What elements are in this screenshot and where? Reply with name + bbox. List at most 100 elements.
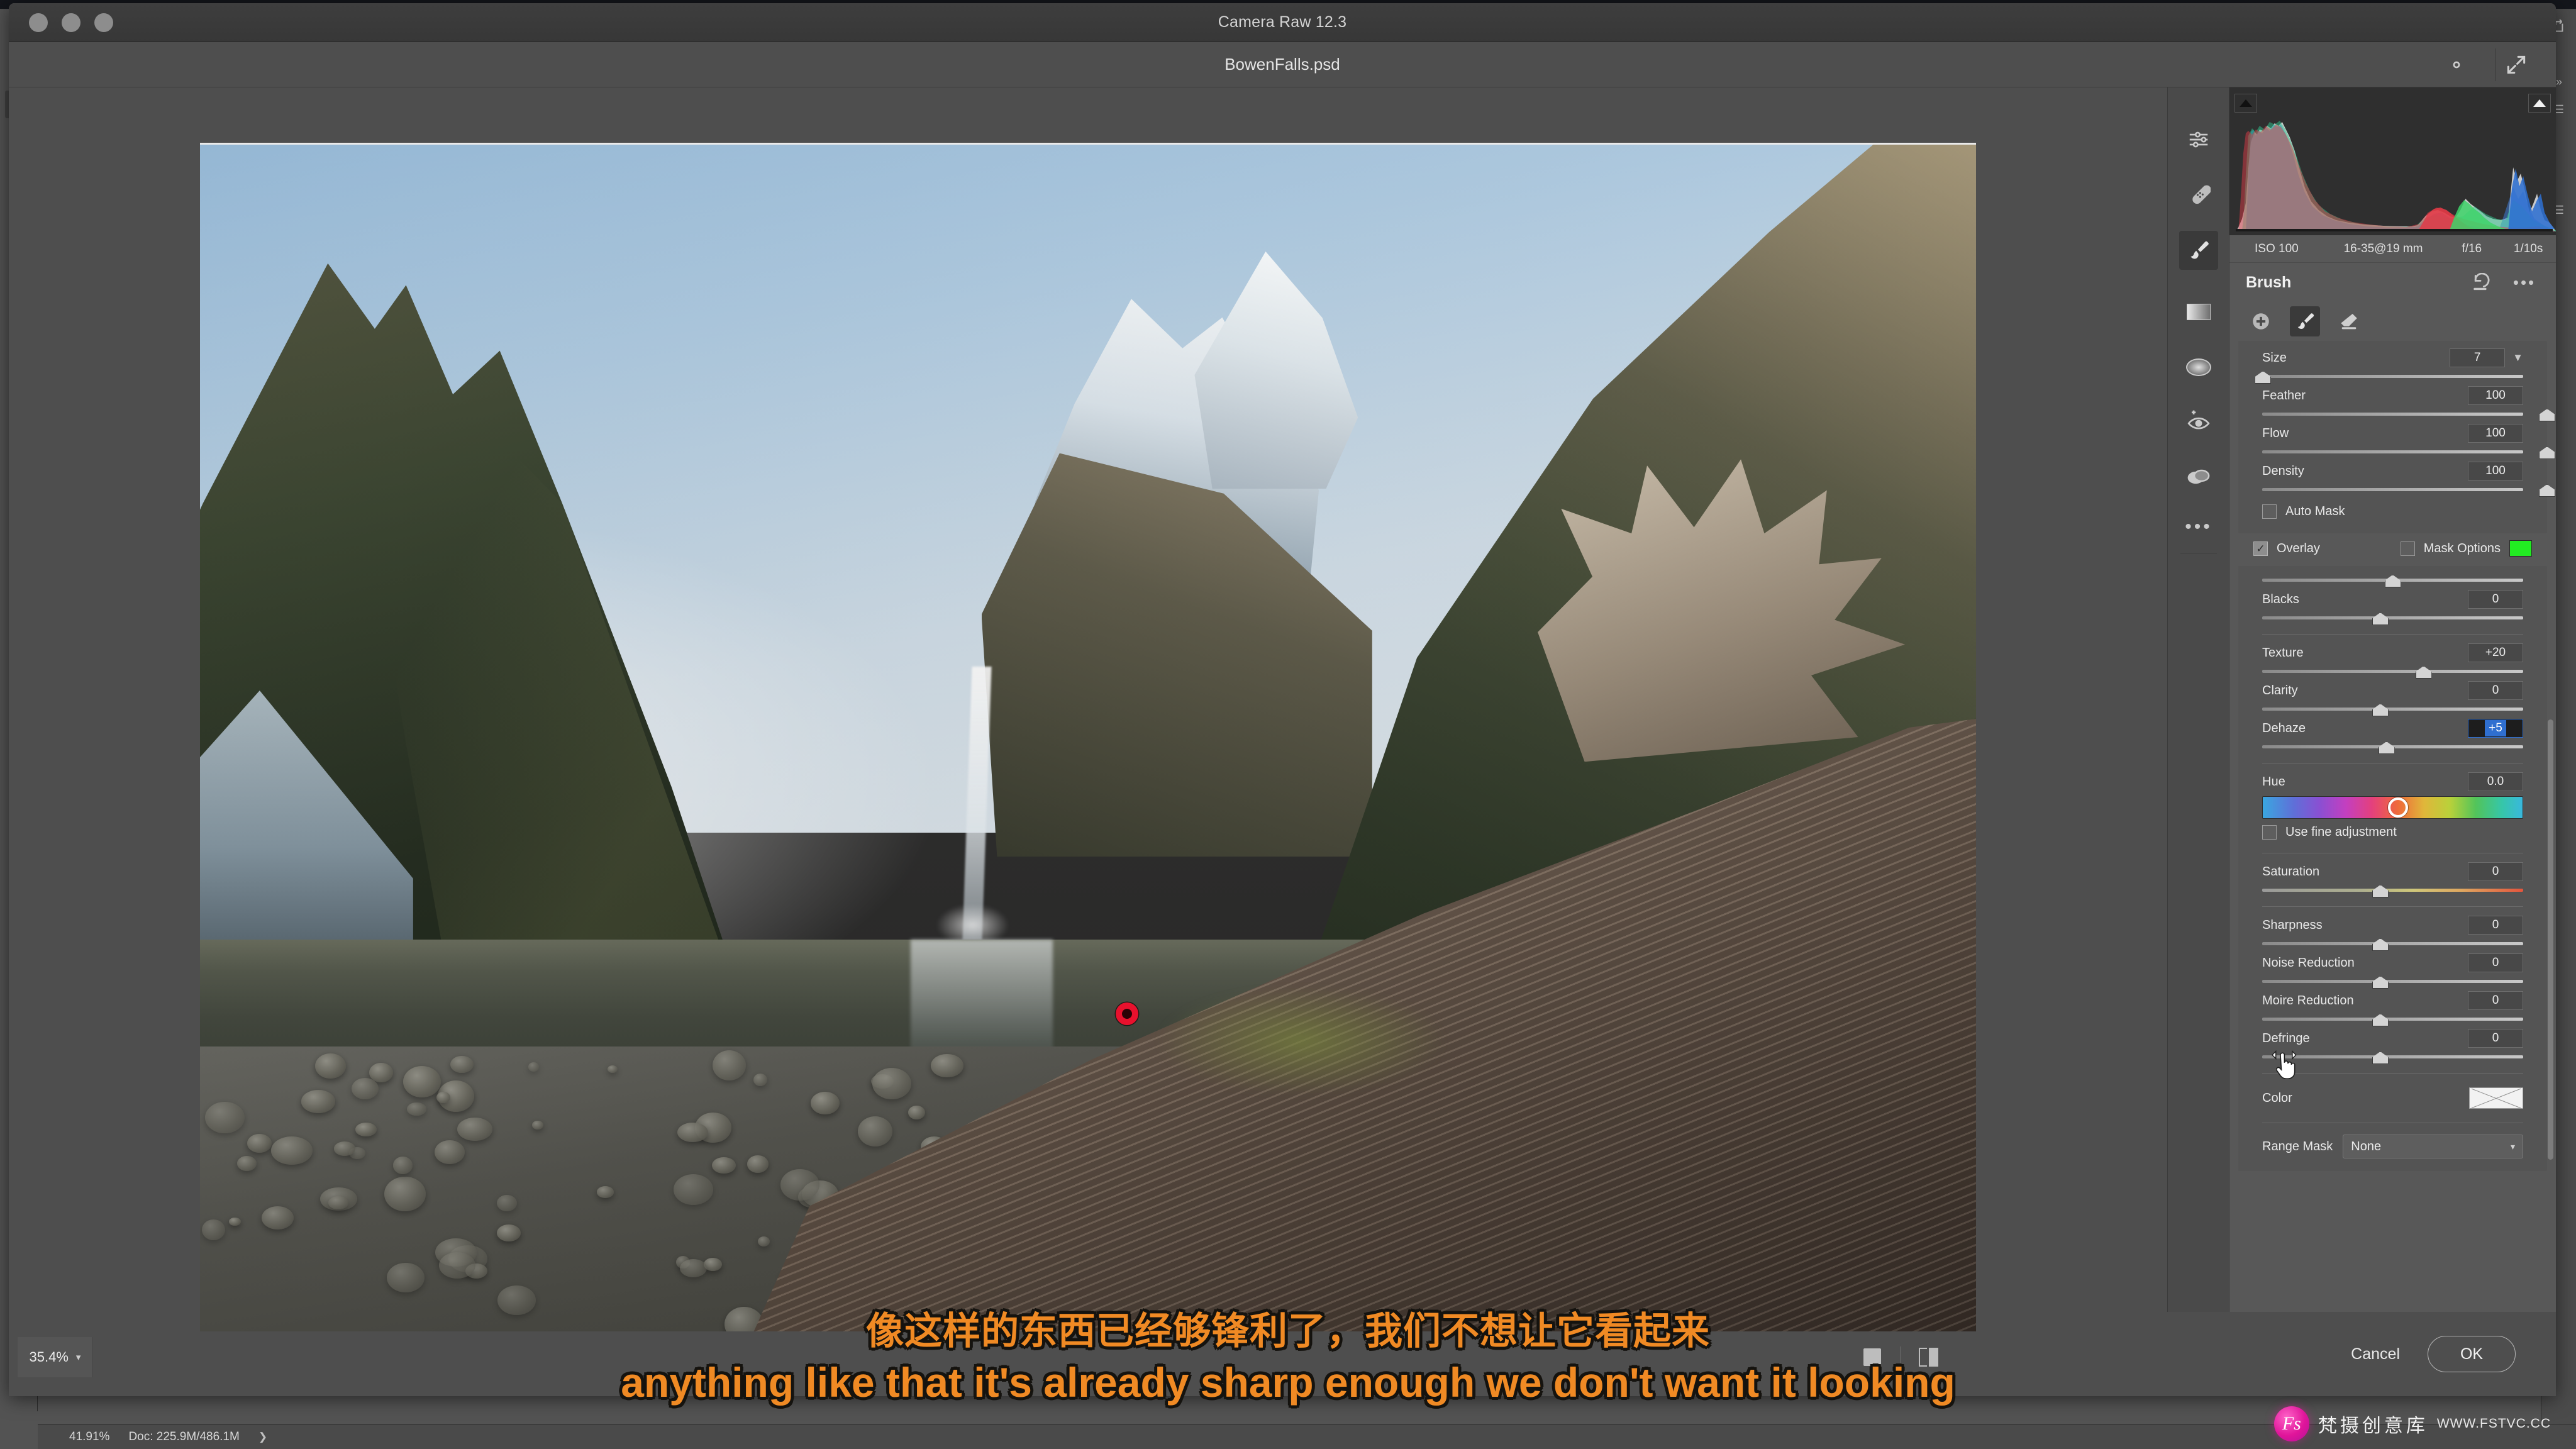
slider-row-flow: Flow 100 <box>2238 423 2547 444</box>
ps-doc-size: Doc: 225.9M/486.1M <box>128 1430 240 1443</box>
slider-label-clarity: Clarity <box>2262 683 2298 697</box>
panel-scrollbar[interactable] <box>2548 719 2553 1160</box>
fine-adjust-row[interactable]: Use fine adjustment <box>2238 819 2547 845</box>
track-clarity[interactable] <box>2238 701 2547 718</box>
slider-label-noise-reduction: Noise Reduction <box>2262 955 2355 970</box>
ellipsis-menu-icon[interactable]: ••• <box>2512 272 2537 293</box>
view-divider <box>1900 1346 1901 1368</box>
slider-value-size[interactable]: 7 <box>2450 348 2506 367</box>
chevron-right-icon[interactable]: ❯ <box>258 1431 267 1443</box>
auto-mask-label: Auto Mask <box>2285 504 2345 518</box>
chevron-down-icon[interactable]: ▾ <box>2511 1141 2515 1152</box>
track-density[interactable] <box>2238 482 2555 498</box>
mask-color-swatch[interactable] <box>2509 540 2532 557</box>
fullscreen-arrows-icon[interactable] <box>2501 49 2532 80</box>
radial-ellipse-icon[interactable] <box>2179 348 2218 387</box>
eraser-icon[interactable] <box>2334 306 2364 336</box>
exif-aperture: f/16 <box>2462 242 2482 255</box>
track-noise-reduction[interactable] <box>2238 974 2547 990</box>
slider-value-flow[interactable]: 100 <box>2468 424 2523 443</box>
track-saturation[interactable] <box>2238 882 2547 899</box>
auto-mask-row[interactable]: Auto Mask <box>2238 498 2547 525</box>
slider-value-texture[interactable]: +20 <box>2468 643 2523 662</box>
track-texture[interactable] <box>2238 663 2547 680</box>
track-size[interactable] <box>2238 369 2547 385</box>
slider-row-saturation: Saturation 0 <box>2238 861 2547 882</box>
subbar-divider <box>2495 48 2496 81</box>
slider-label-hue: Hue <box>2262 774 2285 789</box>
dialog-footer: Cancel OK <box>1976 1312 2556 1396</box>
slider-row-density: Density 100 <box>2238 460 2547 482</box>
overlap-circles-icon[interactable] <box>2179 457 2218 496</box>
photo-color-grade <box>200 145 1976 1331</box>
before-after-split-icon[interactable] <box>1917 1346 1940 1368</box>
zoom-level-control[interactable]: 35.4% ▾ <box>18 1337 93 1377</box>
slider-value-feather[interactable]: 100 <box>2468 386 2523 405</box>
slider-value-defringe[interactable]: 0 <box>2468 1029 2523 1048</box>
no-color-swatch[interactable] <box>2469 1087 2523 1109</box>
plus-circle-icon[interactable] <box>2246 306 2276 336</box>
slider-value-saturation[interactable]: 0 <box>2468 862 2523 881</box>
exif-shutter: 1/10s <box>2513 242 2543 255</box>
brush-mode-row[interactable] <box>2229 302 2556 341</box>
view-mode-icons[interactable] <box>1861 1346 1940 1368</box>
slider-label-texture: Texture <box>2262 645 2304 660</box>
gear-icon[interactable] <box>2443 51 2470 79</box>
track-dehaze[interactable] <box>2238 739 2547 755</box>
camera-raw-subbar: BowenFalls.psd <box>9 42 2556 87</box>
auto-mask-checkbox[interactable] <box>2262 504 2277 519</box>
slider-value-sharpness[interactable]: 0 <box>2468 916 2523 935</box>
slider-value-noise-reduction[interactable]: 0 <box>2468 953 2523 972</box>
hue-knob[interactable] <box>2387 797 2408 818</box>
gradient-rect-icon[interactable] <box>2179 292 2218 331</box>
chevron-down-icon[interactable]: ▾ <box>76 1352 81 1363</box>
overlay-mask-row[interactable]: ✓ Overlay Mask Options <box>2229 533 2556 560</box>
ok-button[interactable]: OK <box>2428 1336 2516 1372</box>
mask-options-checkbox[interactable] <box>2400 541 2415 556</box>
slider-value-density[interactable]: 100 <box>2468 462 2523 480</box>
range-mask-dropdown[interactable]: None ▾ <box>2343 1135 2523 1158</box>
eye-plus-icon[interactable] <box>2179 402 2218 441</box>
reset-undo-icon[interactable] <box>2470 272 2496 293</box>
exif-lens: 16-35@19 mm <box>2343 242 2423 255</box>
fine-adjustment-checkbox[interactable] <box>2262 824 2277 840</box>
track-partial-top[interactable] <box>2238 572 2547 589</box>
sliders-icon[interactable] <box>2179 120 2218 159</box>
track-moire-reduction[interactable] <box>2238 1011 2547 1028</box>
slider-label-saturation: Saturation <box>2262 864 2320 879</box>
overlay-checkbox[interactable]: ✓ <box>2253 541 2268 556</box>
slider-value-dehaze[interactable]: +5 <box>2468 719 2523 738</box>
adjust-divider-5 <box>2262 1073 2523 1074</box>
slider-label-density: Density <box>2262 464 2304 478</box>
track-blacks[interactable] <box>2238 610 2547 626</box>
dehaze-value-text: +5 <box>2485 720 2506 736</box>
ellipsis-icon[interactable]: ••• <box>2179 508 2218 547</box>
track-defringe[interactable] <box>2238 1049 2547 1065</box>
size-dropdown-chevron-icon[interactable]: ▼ <box>2512 352 2523 364</box>
slider-value-blacks[interactable]: 0 <box>2468 590 2523 609</box>
camera-raw-titlebar[interactable]: Camera Raw 12.3 <box>9 3 2556 42</box>
slider-label-defringe: Defringe <box>2262 1031 2310 1045</box>
slider-value-hue[interactable]: 0.0 <box>2468 772 2523 791</box>
paintbrush-icon[interactable] <box>2179 231 2218 270</box>
bandage-icon[interactable] <box>2179 175 2218 214</box>
camera-raw-toolstrip[interactable]: ••• <box>2167 87 2229 1396</box>
slider-value-moire-reduction[interactable]: 0 <box>2468 991 2523 1010</box>
slider-value-clarity[interactable]: 0 <box>2468 681 2523 700</box>
exif-row: ISO 100 16-35@19 mm f/16 1/10s <box>2229 235 2556 263</box>
watermark-brand: 梵摄创意库 <box>2318 1416 2428 1436</box>
track-flow[interactable] <box>2238 444 2555 460</box>
brush-pin-marker[interactable] <box>1116 1002 1138 1025</box>
single-view-icon[interactable] <box>1861 1346 1884 1368</box>
hue-gradient-track[interactable] <box>2262 796 2523 819</box>
slider-row-moire-reduction: Moire Reduction 0 <box>2238 990 2547 1011</box>
range-mask-label: Range Mask <box>2262 1139 2333 1153</box>
image-canvas[interactable] <box>200 143 1976 1331</box>
ps-zoom-level: 41.91% <box>69 1430 110 1443</box>
cancel-button[interactable]: Cancel <box>2351 1345 2400 1363</box>
paintbrush-icon[interactable] <box>2290 306 2320 336</box>
track-feather[interactable] <box>2238 406 2555 423</box>
histogram[interactable] <box>2229 87 2556 235</box>
window-title: Camera Raw 12.3 <box>1218 13 1347 31</box>
track-sharpness[interactable] <box>2238 936 2547 952</box>
